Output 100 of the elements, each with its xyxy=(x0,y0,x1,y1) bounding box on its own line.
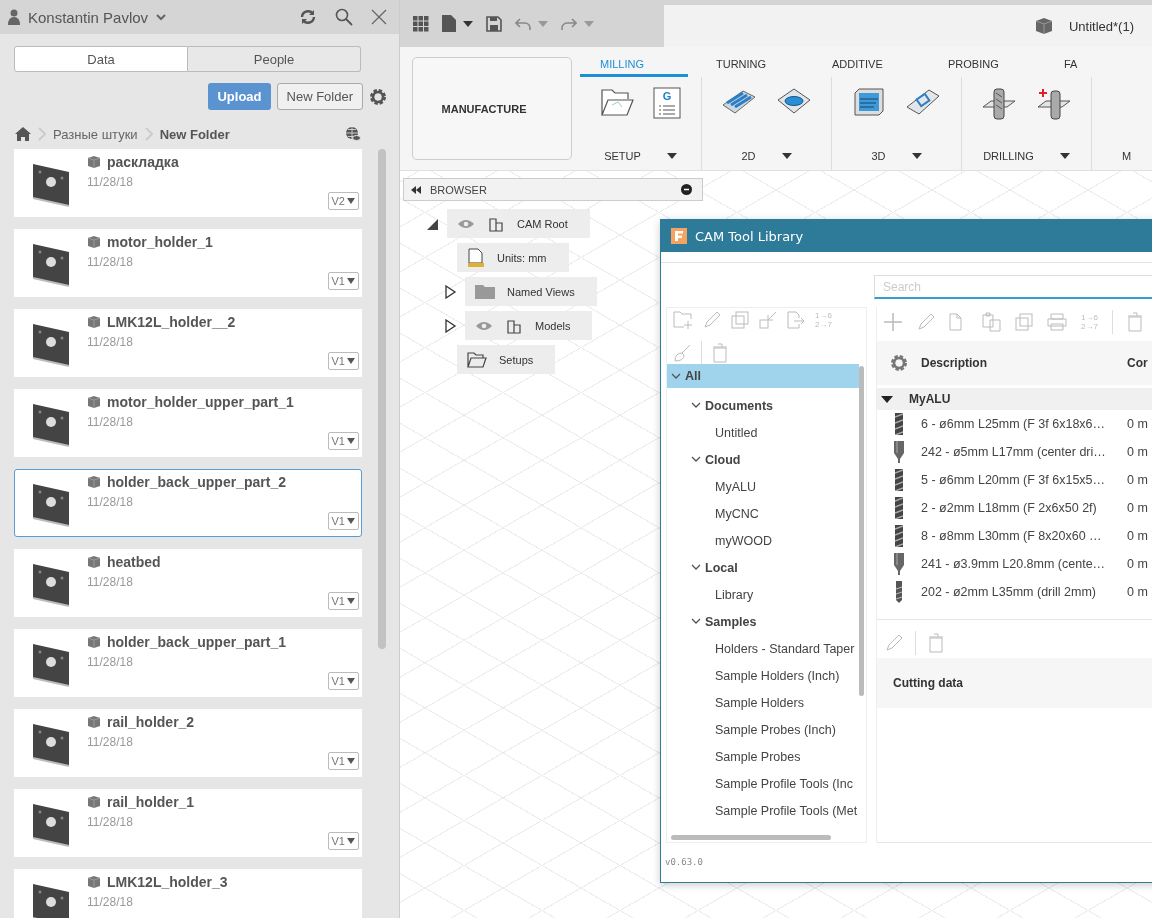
file-card[interactable]: LMK12L_holder_3 11/28/18 xyxy=(14,869,362,918)
ribbon-tab[interactable]: FA xyxy=(1036,53,1152,77)
3d-pocket-icon[interactable] xyxy=(905,87,942,117)
file-icon[interactable] xyxy=(442,15,456,32)
tool-description[interactable]: 2 - ø2mm L18mm (F 2x6x50 2f) xyxy=(921,501,1127,515)
file-name[interactable]: motor_holder_1 xyxy=(107,234,213,250)
settings-icon[interactable] xyxy=(369,87,387,106)
browser-node[interactable]: Units: mm xyxy=(457,243,569,272)
breadcrumb-link[interactable]: Разные штуки xyxy=(53,126,138,142)
tool-description[interactable]: 242 - ø5mm L17mm (center dri… xyxy=(921,445,1127,459)
chevron-down-icon[interactable] xyxy=(691,456,701,463)
ribbon-tab[interactable]: ADDITIVE xyxy=(804,53,920,77)
browser-node[interactable]: Models xyxy=(465,311,593,340)
collapse-panel-icon[interactable] xyxy=(410,185,422,194)
user-name[interactable]: Konstantin Pavlov xyxy=(28,8,149,26)
version-dropdown[interactable]: V1 xyxy=(327,832,359,850)
collapse-triangle-icon[interactable] xyxy=(443,284,457,299)
file-card[interactable]: rail_holder_2 11/28/18 V1 xyxy=(14,709,362,777)
version-dropdown[interactable]: V1 xyxy=(327,672,359,690)
program-document-icon[interactable]: G xyxy=(653,87,682,119)
chevron-down-icon[interactable] xyxy=(691,564,701,571)
version-dropdown[interactable]: V1 xyxy=(327,272,359,290)
section-header[interactable]: Cutting data xyxy=(877,658,1152,708)
library-tree-item[interactable]: MyCNC xyxy=(667,500,859,527)
library-tree-item[interactable]: Local xyxy=(667,554,859,581)
version-dropdown[interactable]: V1 xyxy=(327,752,359,770)
file-card[interactable]: rail_holder_1 11/28/18 V1 xyxy=(14,789,362,857)
scrollbar[interactable] xyxy=(671,835,831,840)
3d-adaptive-icon[interactable] xyxy=(851,87,886,117)
library-tree-item[interactable]: MyALU xyxy=(667,473,859,500)
library-tree-item[interactable]: myWOOD xyxy=(667,527,859,554)
library-tree-item[interactable]: Sample Profile Tools (Inc xyxy=(667,770,859,797)
chevron-down-icon[interactable] xyxy=(691,402,701,409)
group-menu[interactable]: SETUP xyxy=(580,146,701,166)
viewport-canvas[interactable] xyxy=(400,171,1152,918)
refresh-icon[interactable] xyxy=(299,9,317,25)
home-icon[interactable] xyxy=(15,127,31,141)
file-card[interactable]: holder_back_upper_part_2 11/28/18 V1 xyxy=(14,469,362,537)
search-icon[interactable] xyxy=(335,8,353,26)
file-name[interactable]: LMK12L_holder_3 xyxy=(107,874,228,890)
file-name[interactable]: heatbed xyxy=(107,554,161,570)
file-card[interactable]: holder_back_upper_part_1 11/28/18 V1 xyxy=(14,629,362,697)
eye-icon[interactable] xyxy=(475,320,493,331)
ribbon-tab[interactable]: TURNING xyxy=(688,53,804,77)
library-tree-item[interactable]: Samples xyxy=(667,608,859,635)
drill-icon[interactable] xyxy=(981,87,1018,121)
library-tree-item[interactable]: Documents xyxy=(667,392,859,419)
file-name[interactable]: LMK12L_holder__2 xyxy=(107,314,236,330)
group-menu[interactable]: DRILLING xyxy=(962,146,1091,166)
new-folder-button[interactable]: New Folder xyxy=(276,83,363,110)
eye-icon[interactable] xyxy=(457,218,475,229)
expanded-triangle-icon[interactable] xyxy=(881,395,893,403)
panel-tab[interactable]: People xyxy=(188,46,361,72)
workspace-dropdown[interactable]: MANUFACTURE xyxy=(412,57,572,160)
file-name[interactable]: раскладка xyxy=(107,154,179,170)
library-tree-item[interactable]: Holders - Standard Taper xyxy=(667,635,859,662)
chevron-down-icon[interactable] xyxy=(691,618,701,625)
redo-icon[interactable] xyxy=(561,16,577,31)
version-dropdown[interactable]: V1 xyxy=(327,512,359,530)
close-icon[interactable] xyxy=(371,9,387,25)
library-tree-item[interactable]: Untitled xyxy=(667,419,859,446)
tool-description[interactable]: 5 - ø6mm L20mm (F 3f 6x15x5… xyxy=(921,473,1127,487)
collapse-triangle-icon[interactable] xyxy=(443,318,457,333)
library-tree-item[interactable]: All xyxy=(667,364,859,388)
ribbon-tab[interactable]: PROBING xyxy=(920,53,1036,77)
column-header[interactable]: Description xyxy=(921,356,1127,370)
globe-icon[interactable] xyxy=(345,126,361,142)
hole-recognition-icon[interactable] xyxy=(1035,87,1072,121)
version-dropdown[interactable]: V1 xyxy=(327,432,359,450)
chevron-down-icon[interactable] xyxy=(671,372,681,380)
group-menu[interactable]: 2D xyxy=(702,146,831,166)
library-tree-item[interactable]: Sample Holders xyxy=(667,689,859,716)
browser-header[interactable]: BROWSER xyxy=(403,178,703,201)
library-tree-item[interactable]: Sample Probes xyxy=(667,743,859,770)
file-card[interactable]: heatbed 11/28/18 V1 xyxy=(14,549,362,617)
tool-description[interactable]: 202 - ø2mm L35mm (drill 2mm) xyxy=(921,585,1127,599)
tool-description[interactable]: 6 - ø6mm L25mm (F 3f 6x18x6… xyxy=(921,417,1127,431)
library-tree-item[interactable]: Sample Holders (Inch) xyxy=(667,662,859,689)
save-icon[interactable] xyxy=(486,15,502,32)
browser-node[interactable]: Setups xyxy=(457,345,556,374)
library-tree-item[interactable]: Sample Profile Tools (Met xyxy=(667,797,859,824)
open-folder-icon[interactable] xyxy=(599,87,634,117)
chevron-down-icon[interactable] xyxy=(156,13,167,21)
file-card[interactable]: раскладка 11/28/18 V2 xyxy=(14,149,362,217)
scrollbar[interactable] xyxy=(378,149,386,649)
tool-description[interactable]: 241 - ø3.9mm L20.8mm (cente… xyxy=(921,557,1127,571)
library-tree-item[interactable]: Sample Probes (Inch) xyxy=(667,716,859,743)
group-menu[interactable]: 3D xyxy=(832,146,961,166)
version-dropdown[interactable]: V1 xyxy=(327,352,359,370)
file-card[interactable]: motor_holder_upper_part_1 11/28/18 V1 xyxy=(14,389,362,457)
group-menu[interactable]: M xyxy=(1092,146,1152,166)
library-tree-item[interactable]: Cloud xyxy=(667,446,859,473)
column-header[interactable]: Cor xyxy=(1127,356,1148,370)
file-card[interactable]: motor_holder_1 11/28/18 V1 xyxy=(14,229,362,297)
minimize-icon[interactable] xyxy=(681,184,692,195)
document-tab[interactable]: Untitled*(1) xyxy=(664,5,1152,47)
file-card[interactable]: LMK12L_holder__2 11/28/18 V1 xyxy=(14,309,362,377)
browser-node[interactable]: Named Views xyxy=(465,277,597,306)
version-dropdown[interactable]: V1 xyxy=(327,592,359,610)
undo-icon[interactable] xyxy=(515,16,531,31)
